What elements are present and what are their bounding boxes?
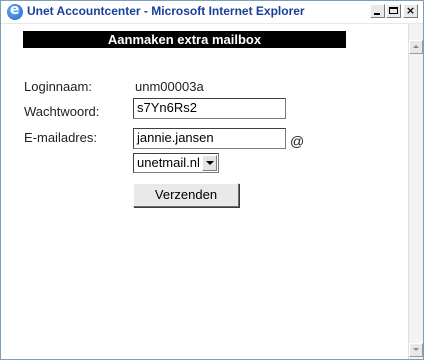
- email-label: E-mailadres:: [24, 130, 97, 145]
- internet-explorer-icon: [7, 2, 23, 20]
- password-field[interactable]: s7Yn6Rs2: [133, 98, 286, 119]
- email-field[interactable]: jannie.jansen: [133, 128, 286, 149]
- minimize-icon: [374, 13, 380, 15]
- scroll-up-icon[interactable]: [409, 40, 423, 54]
- domain-select[interactable]: unetmail.nl: [133, 153, 219, 173]
- maximize-icon: [389, 7, 398, 14]
- submit-button[interactable]: Verzenden: [133, 183, 239, 207]
- maximize-button[interactable]: [386, 4, 401, 18]
- title-bar[interactable]: Unet Accountcenter - Microsoft Internet …: [1, 1, 423, 24]
- chevron-down-icon[interactable]: [202, 155, 217, 171]
- vertical-scrollbar[interactable]: [408, 24, 423, 359]
- domain-selected-value: unetmail.nl: [137, 155, 200, 170]
- scroll-down-icon[interactable]: [409, 343, 423, 357]
- login-value: unm00003a: [135, 79, 204, 94]
- close-icon: ×: [405, 4, 416, 17]
- form-header: Aanmaken extra mailbox: [23, 31, 346, 48]
- password-label: Wachtwoord:: [24, 104, 100, 119]
- at-sign: @: [290, 133, 305, 149]
- browser-window: Unet Accountcenter - Microsoft Internet …: [0, 0, 424, 360]
- minimize-button[interactable]: [370, 4, 385, 18]
- login-label: Loginnaam:: [24, 79, 92, 94]
- close-button[interactable]: ×: [403, 4, 418, 18]
- window-title: Unet Accountcenter - Microsoft Internet …: [27, 4, 305, 18]
